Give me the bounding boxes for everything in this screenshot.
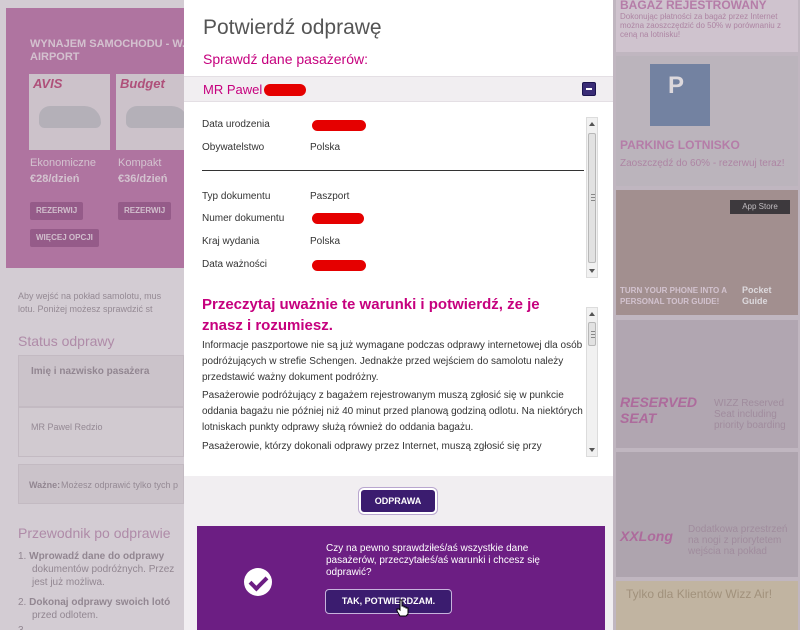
confirm-question: Czy na pewno sprawdziłeś/aś wszystkie da… — [326, 543, 540, 578]
modal-subtitle: Sprawdź dane pasażerów: — [203, 51, 368, 67]
detail-value-doc-type: Paszport — [310, 191, 350, 202]
checkin-confirm-modal: Potwierdź odprawę Sprawdź dane pasażerów… — [184, 0, 613, 630]
detail-label-doc-type: Typ dokumentu — [202, 191, 271, 202]
details-divider — [202, 170, 584, 171]
checkmark-icon — [244, 568, 272, 596]
detail-value-nationality: Polska — [310, 142, 341, 153]
detail-label-nationality: Obywatelstwo — [202, 142, 265, 153]
hand-cursor-icon — [396, 599, 409, 617]
detail-label-expiry: Data ważności — [202, 259, 268, 270]
terms-paragraph-3: Pasażerowie, którzy dokonali odprawy prz… — [202, 441, 542, 452]
modal-title: Potwierdź odprawę — [203, 16, 382, 39]
redaction-mark — [264, 84, 306, 96]
scroll-up-icon[interactable] — [589, 122, 595, 126]
passenger-header[interactable]: MR Pawel — [184, 76, 613, 102]
detail-label-birthdate: Data urodzenia — [202, 119, 270, 130]
confirm-button[interactable]: TAK, POTWIERDZAM. — [325, 589, 452, 614]
terms-paragraph-1: Informacje paszportowe nie są już wymaga… — [202, 340, 583, 383]
passenger-name: MR Pawel — [203, 82, 263, 97]
scroll-thumb[interactable] — [588, 133, 596, 263]
scroll-down-icon[interactable] — [589, 448, 595, 452]
confirm-panel: Czy na pewno sprawdziłeś/aś wszystkie da… — [197, 526, 605, 630]
passenger-details: Data urodzenia Obywatelstwo Polska Typ d… — [200, 116, 600, 277]
scroll-thumb[interactable] — [588, 322, 596, 346]
scroll-up-icon[interactable] — [589, 312, 595, 316]
details-scrollbar[interactable] — [586, 117, 598, 278]
detail-label-doc-number: Numer dokumentu — [202, 213, 285, 224]
terms-paragraph-2: Pasażerowie podróżujący z bagażem rejest… — [202, 390, 583, 433]
modal-footer: ODPRAWA Czy na pewno sprawdziłeś/aś wszy… — [184, 476, 613, 630]
terms-scrollbar[interactable] — [586, 307, 598, 457]
terms-panel: Przeczytaj uważnie te warunki i potwierd… — [200, 292, 602, 457]
scroll-down-icon[interactable] — [589, 269, 595, 273]
redaction-mark — [312, 260, 366, 271]
detail-label-issuing-country: Kraj wydania — [202, 236, 260, 247]
redaction-mark — [312, 213, 364, 224]
collapse-icon[interactable] — [582, 82, 596, 96]
terms-heading: Przeczytaj uważnie te warunki i potwierd… — [202, 296, 540, 334]
redaction-mark — [312, 120, 366, 131]
checkin-button[interactable]: ODPRAWA — [359, 488, 437, 514]
detail-value-issuing-country: Polska — [310, 236, 341, 247]
